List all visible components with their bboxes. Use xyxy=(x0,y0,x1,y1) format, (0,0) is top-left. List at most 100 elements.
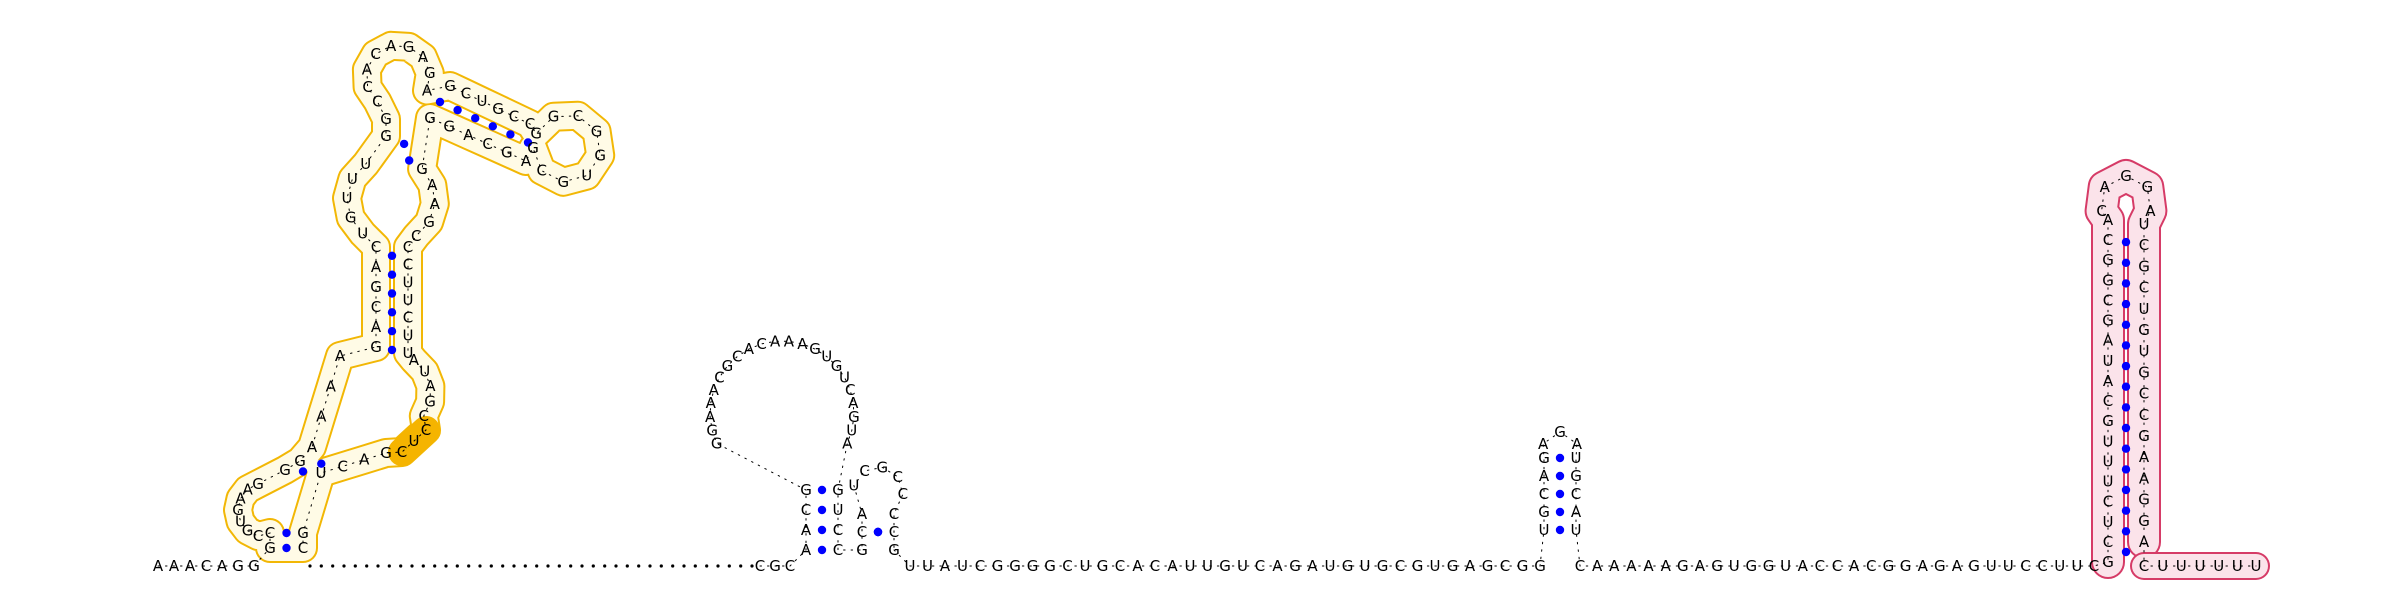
gap-backbone-dot xyxy=(625,564,629,568)
domain-arm-loop-nucleotide: C xyxy=(536,162,546,180)
tail-run-nucleotide: A xyxy=(1661,557,1672,575)
tail-run-nucleotide: A xyxy=(1695,557,1706,575)
domain-stem3-base-pair xyxy=(405,156,414,165)
domain-stem2-3p-nucleotide: C xyxy=(403,238,413,256)
domain-int2-3p-nucleotide: A xyxy=(430,195,441,213)
gap-backbone-dot xyxy=(387,564,391,568)
middle-run-nucleotide: C xyxy=(1062,557,1072,575)
domain-stem3-base-pair xyxy=(399,139,409,149)
terminator-base-pair xyxy=(2121,527,2131,536)
terminator-3p-nucleotide: A xyxy=(2139,448,2150,466)
gap-backbone-dot xyxy=(705,564,709,568)
gap-backbone-dot xyxy=(319,564,323,568)
domain-loop1-5p-nucleotide: C xyxy=(253,527,263,545)
rna-secondary-structure-diagram: A A A C A G GGCCGUGAA GG GAAAA GACGACUGUUUGGCCAC A… xyxy=(0,0,2400,611)
terminator-3p-nucleotide: U xyxy=(2139,342,2150,360)
domain-int2-3p-nucleotide: G xyxy=(423,213,435,231)
middle-run-nucleotide: U xyxy=(1325,557,1336,575)
mid-pre-nucleotide: C xyxy=(755,557,765,575)
tail-run-nucleotide: U xyxy=(2071,557,2082,575)
mid-pre-nucleotide: G xyxy=(769,557,781,575)
mid-hairpin2-3p-nucleotide: G xyxy=(888,541,900,559)
tail-run-nucleotide: G xyxy=(1900,557,1912,575)
domain-stem2-5p-nucleotide: A xyxy=(371,318,382,336)
tail-run-nucleotide: C xyxy=(1815,557,1825,575)
domain-arm-5p-nucleotide: C xyxy=(461,85,471,103)
small-hairpin-3p-nucleotide: G xyxy=(1570,467,1582,485)
tail-run-nucleotide: C xyxy=(1575,557,1585,575)
terminator-base-pair xyxy=(2121,279,2131,288)
domain-stem1-5p-nucleotide: G xyxy=(294,452,306,470)
gap-backbone-dot xyxy=(682,564,686,568)
middle-run-nucleotide: U xyxy=(1360,557,1371,575)
small-hairpin-base-pair xyxy=(1555,525,1565,535)
domain-highlight-nucleotide: U xyxy=(409,432,420,450)
tail-run-nucleotide: G xyxy=(1883,557,1895,575)
poly-u-nucleotide: C xyxy=(2139,557,2149,575)
terminator-5p-nucleotide: U xyxy=(2103,473,2114,491)
domain-arm-base-pair xyxy=(453,105,462,115)
mid-hairpin2-3p-nucleotide: C xyxy=(889,505,899,523)
domain-stem2-5p-nucleotide: G xyxy=(370,278,382,296)
domain-arm-3p-nucleotide: A xyxy=(521,152,532,170)
terminator-base-pair xyxy=(2121,258,2131,267)
terminator-5p-nucleotide: G xyxy=(2102,271,2114,289)
mid-hairpin1-5p-nucleotide: G xyxy=(800,481,812,499)
gap-backbone-dot xyxy=(580,564,584,568)
tail-run-nucleotide: C xyxy=(2089,557,2099,575)
gap-backbone-dot xyxy=(365,564,369,568)
domain-stem2-5p-nucleotide: C xyxy=(371,298,381,316)
domain-stem2-base-pair xyxy=(387,327,397,336)
terminator-5p-nucleotide: G xyxy=(2102,412,2114,430)
terminator-base-pair xyxy=(2121,423,2131,433)
leader-nucleotide: A xyxy=(185,557,196,575)
terminator-3p-nucleotide: A xyxy=(2139,533,2150,551)
domain-arm-3p-nucleotide: G xyxy=(443,118,455,136)
domain-stem2-base-pair xyxy=(387,251,397,260)
poly-u-nucleotide: U xyxy=(2195,557,2206,575)
domain-region-fill xyxy=(225,32,614,561)
small-hairpin-base-pair xyxy=(1555,507,1565,517)
leader-nucleotide: C xyxy=(201,557,211,575)
tail-run-nucleotide: U xyxy=(1729,557,1740,575)
terminator-3p-nucleotide: U xyxy=(2139,300,2150,318)
domain-stem2-5p-nucleotide: A xyxy=(371,258,382,276)
middle-run-nucleotide: U xyxy=(905,557,916,575)
tail-run-nucleotide: A xyxy=(1918,557,1929,575)
terminator-5p-nucleotide: A xyxy=(2103,332,2114,350)
gap-backbone-dot xyxy=(444,564,448,568)
terminator-3p-nucleotide: U xyxy=(2139,215,2150,233)
gap-backbone-dot xyxy=(557,564,561,568)
terminator-5p-nucleotide: U xyxy=(2103,432,2114,450)
middle-run-nucleotide: U xyxy=(1237,557,1248,575)
mid-hairpin1-loop-nucleotide: A xyxy=(797,335,808,353)
poly-u-nucleotide: U xyxy=(2157,557,2168,575)
small-hairpin-base-pair xyxy=(1555,453,1565,463)
terminator-base-pair xyxy=(2121,465,2131,474)
domain-basal-5p-nucleotide: C xyxy=(265,524,275,542)
tail-run-nucleotide: A xyxy=(1849,557,1860,575)
small-hairpin-3p-nucleotide: U xyxy=(1571,521,1582,539)
small-hairpin-3p-nucleotide: A xyxy=(1571,503,1582,521)
leader-nucleotide: A xyxy=(169,557,180,575)
tail-run-nucleotide: A xyxy=(1609,557,1620,575)
gap-backbone-dot xyxy=(671,564,675,568)
poly-u-nucleotide: U xyxy=(2251,557,2262,575)
small-hairpin-3p-nucleotide: C xyxy=(1571,485,1581,503)
tail-run-nucleotide: G xyxy=(1745,557,1757,575)
small-hairpin-loop-nucleotide: G xyxy=(1554,423,1566,441)
gap-backbone-dot xyxy=(535,564,539,568)
mid-hairpin1-base-pair xyxy=(817,485,827,495)
tail-run-nucleotide: C xyxy=(2020,557,2030,575)
mid-hairpin1-base-pair xyxy=(817,525,827,535)
mid-hairpin1-5p-nucleotide: A xyxy=(801,541,812,559)
middle-run-nucleotide: U xyxy=(1080,557,1091,575)
poly-u-nucleotide: U xyxy=(2232,557,2243,575)
middle-run-nucleotide: G xyxy=(1044,557,1056,575)
tail-run-nucleotide: A xyxy=(1952,557,1963,575)
domain-stem3-5p-nucleotide: G xyxy=(380,127,392,145)
tail-run-nucleotide: G xyxy=(1711,557,1723,575)
domain-arm-3p-nucleotide: A xyxy=(463,126,474,144)
middle-run-nucleotide: C xyxy=(1500,557,1510,575)
tail-run-nucleotide: A xyxy=(1798,557,1809,575)
